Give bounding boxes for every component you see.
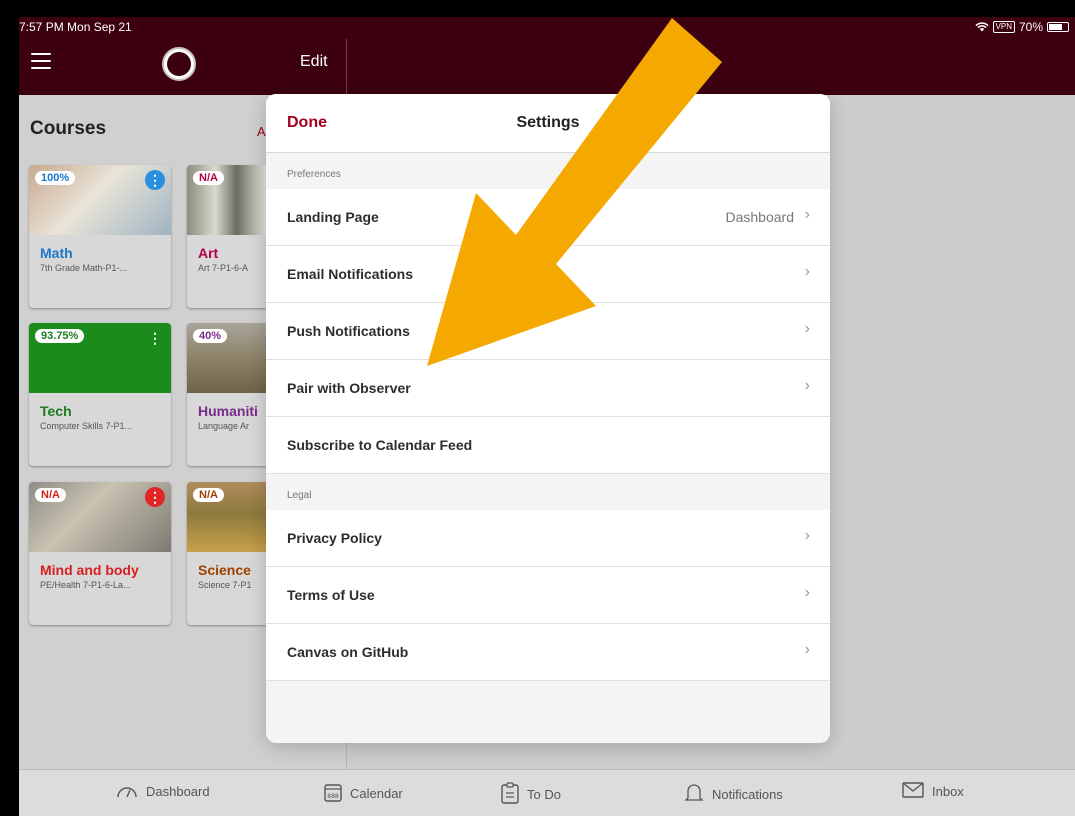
tab-label: Calendar [350,786,403,801]
settings-row-privacy-policy[interactable]: Privacy Policy › [266,510,830,567]
vpn-badge: VPN [992,21,1015,33]
chevron-right-icon: › [804,527,810,544]
status-time: 7:57 PM Mon Sep 21 [19,20,132,34]
course-code: 7th Grade Math-P1-... [40,263,128,273]
row-label: Terms of Use [287,587,375,603]
settings-row-pair-with-observer[interactable]: Pair with Observer › [266,360,830,417]
bell-icon [684,782,704,807]
school-logo [162,47,196,81]
tab-notifications[interactable]: Notifications [684,782,783,807]
row-label: Push Notifications [287,323,410,339]
course-card[interactable]: N/A ⋮ Mind and body PE/Health 7-P1-6-La... [29,482,171,625]
wifi-icon [974,22,989,32]
section-label-legal: Legal [287,490,312,501]
row-value: Dashboard [725,209,795,225]
grade-badge: 40% [193,329,228,343]
chevron-right-icon: › [804,377,810,394]
calendar-icon: 888 [324,782,342,805]
chevron-right-icon: › [804,584,810,601]
course-name: Math [40,245,73,261]
tab-label: Notifications [712,787,783,802]
settings-row-push-notifications[interactable]: Push Notifications › [266,303,830,360]
course-card[interactable]: 100% ⋮ Math 7th Grade Math-P1-... [29,165,171,308]
app-header: Edit [19,39,1075,95]
chevron-right-icon: › [804,263,810,280]
tab-calendar[interactable]: 888 Calendar [324,782,403,805]
tab-dashboard[interactable]: Dashboard [116,782,210,801]
course-options-icon[interactable]: ⋮ [145,170,165,190]
dashboard-icon [116,782,138,801]
divider [346,39,347,95]
course-options-icon[interactable]: ⋮ [145,487,165,507]
tab-bar: Dashboard 888 Calendar To Do Notifications In… [19,769,1075,816]
status-indicators: VPN 70% [974,20,1069,34]
section-label-preferences: Preferences [287,169,341,180]
tab-inbox[interactable]: Inbox [902,782,964,801]
chevron-right-icon: › [804,206,810,223]
tab-to-do[interactable]: To Do [501,782,561,807]
row-label: Canvas on GitHub [287,644,409,660]
svg-text:888: 888 [327,793,339,800]
course-name: Tech [40,403,72,419]
course-code: Language Ar [198,421,250,431]
todo-icon [501,782,519,807]
grade-badge: N/A [193,171,224,185]
grade-badge: N/A [193,488,224,502]
settings-row-landing-page[interactable]: Landing Page Dashboard › [266,189,830,246]
course-code: Art 7-P1-6-A [198,263,249,273]
row-label: Landing Page [287,209,379,225]
grade-badge: N/A [35,488,66,502]
tab-label: To Do [527,787,561,802]
course-code: Science 7-P1 [198,580,252,590]
grade-badge: 93.75% [35,329,85,343]
ipad-screen: 7:57 PM Mon Sep 21 VPN 70% Edit Courses … [19,17,1075,816]
battery-percent: 70% [1018,20,1043,34]
screen: 7:57 PM Mon Sep 21 VPN 70% Edit Courses … [0,0,1075,816]
course-name: Humaniti [198,403,258,419]
settings-row-terms-of-use[interactable]: Terms of Use › [266,567,830,624]
row-label: Subscribe to Calendar Feed [287,437,473,453]
row-label: Privacy Policy [287,530,382,546]
edit-button[interactable]: Edit [300,53,328,71]
course-code: PE/Health 7-P1-6-La... [40,580,131,590]
tab-label: Dashboard [146,784,210,799]
chevron-right-icon: › [804,320,810,337]
course-name: Science [198,562,251,578]
tab-label: Inbox [932,784,964,799]
course-card[interactable]: 93.75% ⋮ Tech Computer Skills 7-P1... [29,323,171,466]
grade-badge: 100% [35,171,76,185]
row-label: Pair with Observer [287,380,411,396]
courses-heading: Courses [30,118,107,139]
settings-row-canvas-on-github[interactable]: Canvas on GitHub › [266,624,830,681]
hamburger-menu-button[interactable] [31,53,51,69]
chevron-right-icon: › [804,641,810,658]
settings-row-subscribe-to-calendar-feed[interactable]: Subscribe to Calendar Feed [266,417,830,474]
row-label: Email Notifications [287,266,414,282]
settings-row-email-notifications[interactable]: Email Notifications › [266,246,830,303]
all-courses-link[interactable]: A [257,124,266,139]
battery-icon [1047,22,1069,32]
settings-title: Settings [516,114,580,131]
settings-modal: Done Settings Preferences Landing Page Das… [266,94,830,743]
course-name: Art [198,245,219,261]
status-bar: 7:57 PM Mon Sep 21 VPN 70% [19,17,1075,39]
envelope-icon [902,782,924,801]
course-name: Mind and body [40,562,139,578]
course-code: Computer Skills 7-P1... [40,421,133,431]
settings-header: Done Settings [266,94,830,153]
course-options-icon[interactable]: ⋮ [145,328,165,348]
